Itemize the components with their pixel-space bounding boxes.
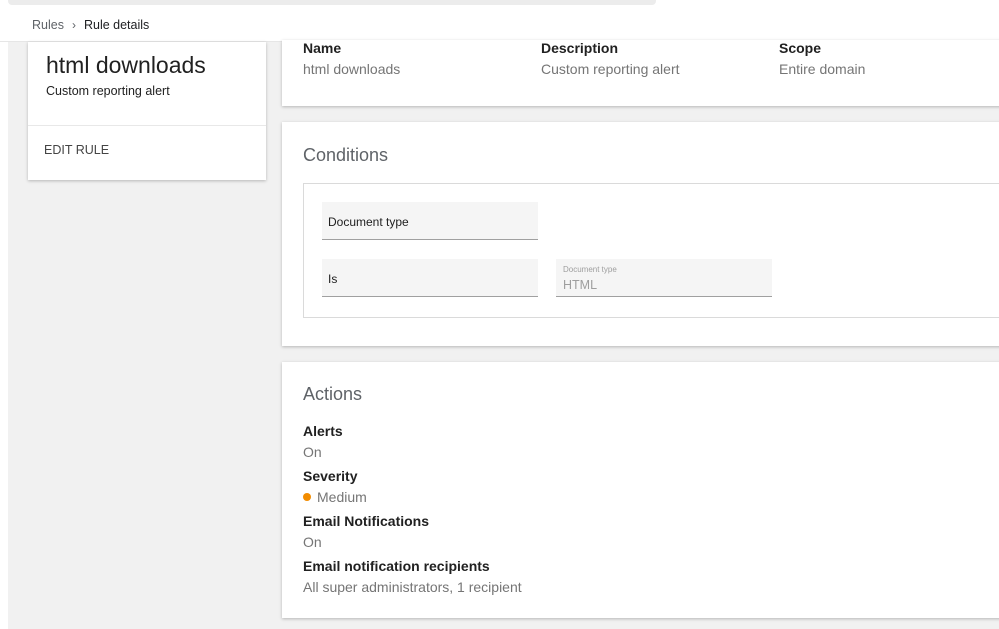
scope-value: Entire domain: [779, 61, 866, 77]
conditions-box: Document type Is Document type HTML: [303, 183, 999, 318]
email-notifications-value: On: [303, 534, 322, 550]
actions-card: Actions Alerts On Severity Medium Email …: [282, 362, 999, 618]
conditions-card: Conditions Document type Is Document typ…: [282, 122, 999, 346]
name-column: Name html downloads: [303, 40, 400, 77]
severity-dot-icon: [303, 493, 311, 501]
alerts-value: On: [303, 444, 322, 460]
top-bar: Rules › Rule details: [0, 0, 999, 42]
breadcrumb: Rules › Rule details: [32, 18, 149, 32]
severity-value-row: Medium: [303, 489, 367, 505]
alerts-label: Alerts: [303, 423, 343, 439]
page-content: html downloads Custom reporting alert ED…: [8, 40, 999, 629]
breadcrumb-rules-link[interactable]: Rules: [32, 18, 64, 32]
top-scroll-indicator: [8, 0, 656, 5]
attribute-select-value: Document type: [328, 215, 409, 229]
email-notifications-label: Email Notifications: [303, 513, 430, 529]
name-label: Name: [303, 40, 342, 56]
chevron-right-icon: ›: [71, 18, 76, 32]
description-value: Custom reporting alert: [541, 61, 680, 77]
description-column: Description Custom reporting alert: [541, 40, 680, 77]
operator-select[interactable]: Is: [322, 259, 538, 297]
divider: [28, 125, 266, 126]
rule-title: html downloads: [46, 52, 206, 78]
name-value: html downloads: [303, 61, 401, 77]
recipients-label: Email notification recipients: [303, 558, 490, 574]
edit-rule-button[interactable]: EDIT RULE: [44, 143, 109, 157]
rule-summary-card: html downloads Custom reporting alert ED…: [28, 42, 266, 180]
operator-select-value: Is: [328, 272, 338, 286]
actions-title: Actions: [303, 384, 363, 404]
value-field-value: HTML: [563, 278, 598, 292]
rule-subtitle: Custom reporting alert: [46, 84, 170, 98]
rule-info-card: Name html downloads Description Custom r…: [282, 40, 999, 106]
scope-column: Scope Entire domain: [779, 40, 865, 77]
recipients-value: All super administrators, 1 recipient: [303, 579, 522, 595]
description-label: Description: [541, 40, 619, 56]
scope-label: Scope: [779, 40, 822, 56]
value-field-label: Document type: [563, 265, 617, 274]
breadcrumb-current: Rule details: [83, 18, 150, 32]
value-field[interactable]: Document type HTML: [556, 259, 772, 297]
conditions-title: Conditions: [303, 145, 389, 165]
severity-value: Medium: [317, 489, 367, 505]
attribute-select[interactable]: Document type: [322, 202, 538, 240]
severity-label: Severity: [303, 468, 358, 484]
